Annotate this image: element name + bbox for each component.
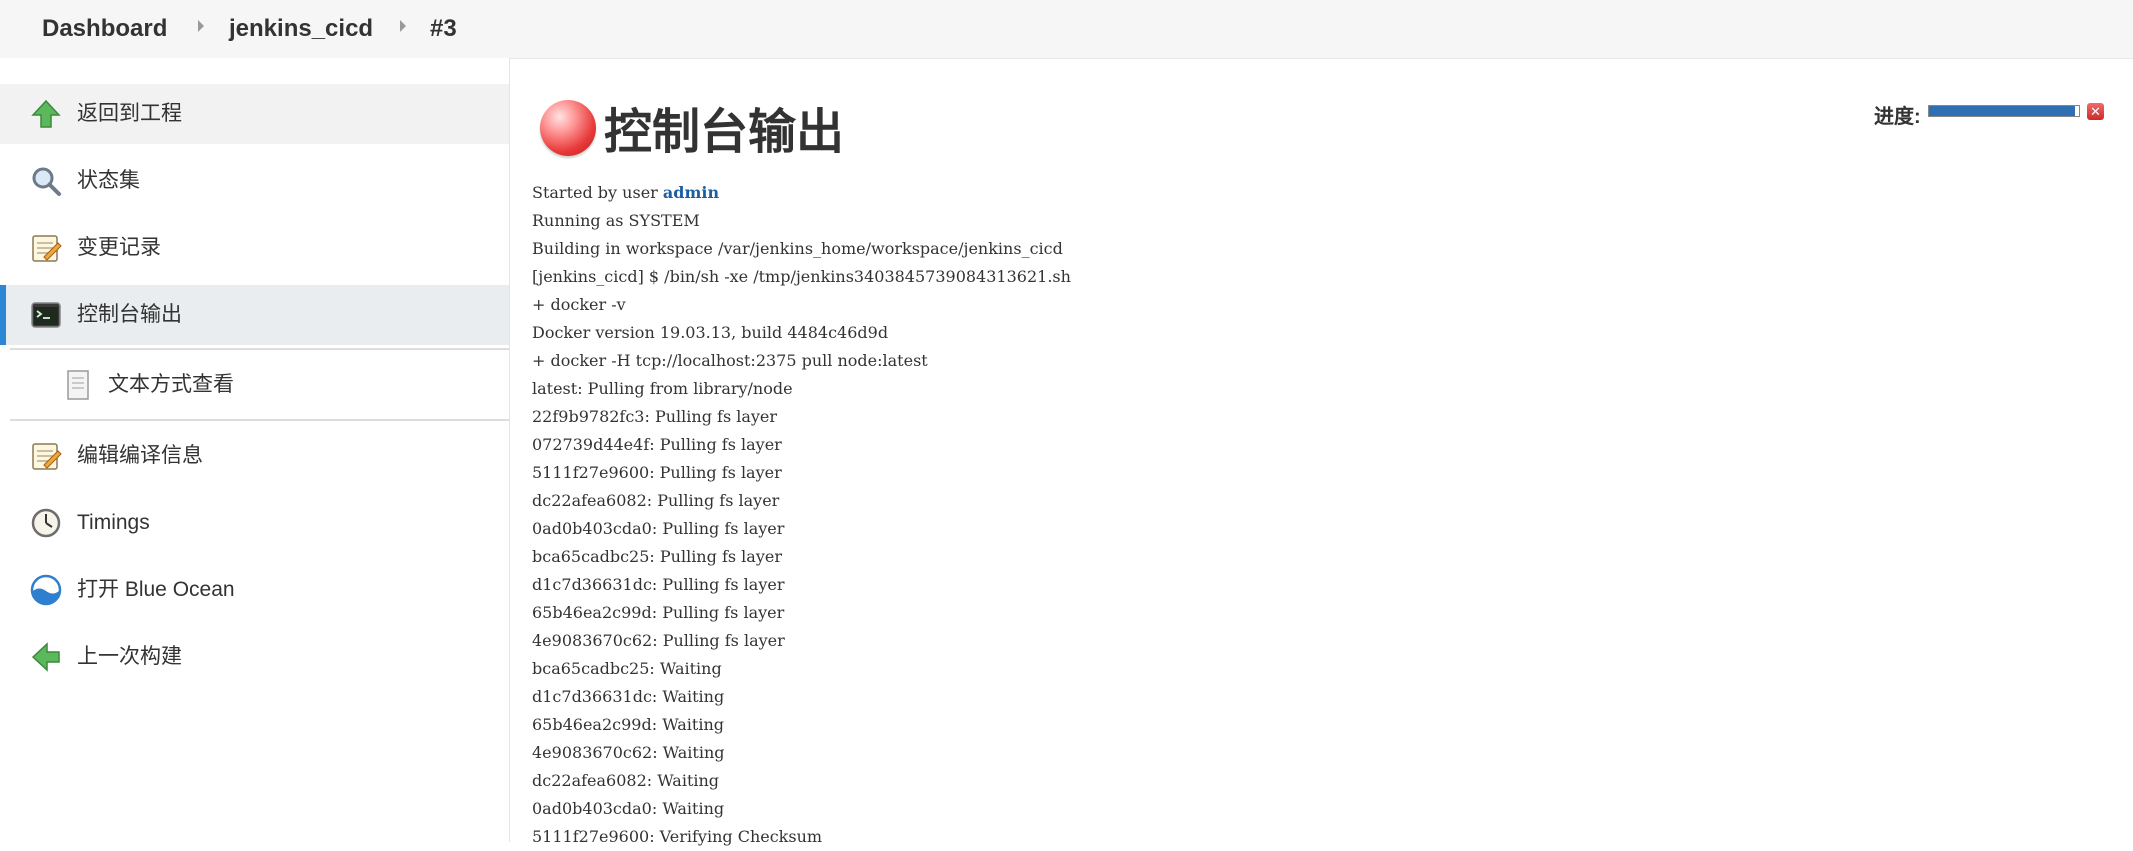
progress-bar [1928, 105, 2080, 117]
progress-fill [1929, 106, 2075, 116]
sidebar-item-label: 变更记录 [77, 236, 161, 259]
sidebar-item-label: 编辑编译信息 [77, 444, 203, 467]
sidebar-item-view-as-text[interactable]: 文本方式查看 [0, 355, 509, 415]
console-line: 22f9b9782fc3: Pulling fs layer [532, 407, 778, 426]
sidebar-item-label: 状态集 [77, 169, 140, 192]
user-link-admin[interactable]: admin [663, 183, 719, 202]
notepad-icon [32, 235, 62, 262]
sidebar-item-label: 打开 Blue Ocean [77, 578, 235, 601]
console-line: 65b46ea2c99d: Pulling fs layer [532, 603, 785, 622]
console-line: + docker -H tcp://localhost:2375 pull no… [532, 351, 928, 370]
progress-label: 进度: [1874, 106, 1921, 128]
left-arrow-icon [31, 642, 60, 672]
console-line: Docker version 19.03.13, build 4484c46d9… [532, 323, 889, 342]
sidebar-item-previous-build[interactable]: 上一次构建 [0, 627, 509, 687]
chevron-right-icon[interactable] [198, 20, 204, 32]
console-line: 4e9083670c62: Waiting [532, 743, 725, 762]
sidebar-item-back-to-project[interactable]: 返回到工程 [0, 84, 509, 144]
sidebar-item-timings[interactable]: Timings [0, 493, 509, 553]
breadcrumb-dashboard[interactable]: Dashboard [42, 0, 167, 58]
blue-ocean-icon [30, 574, 62, 606]
console-line: 0ad0b403cda0: Waiting [532, 799, 725, 818]
notepad-icon [32, 443, 62, 470]
sidebar: 返回到工程 状态集 变更记录 控制台输出 文本方式查看 编辑编译信息 Timin… [0, 58, 510, 842]
page-title: 控制台输出 [604, 104, 845, 160]
console-line: 4e9083670c62: Pulling fs layer [532, 631, 785, 650]
console-line: [jenkins_cicd] $ /bin/sh -xe /tmp/jenkin… [532, 267, 1071, 286]
magnifier-icon [32, 167, 61, 196]
console-line: dc22afea6082: Pulling fs layer [532, 491, 780, 510]
stop-build-icon[interactable]: ✕ [2087, 103, 2104, 120]
up-arrow-icon [31, 99, 61, 128]
build-status-failed-icon [540, 100, 596, 156]
console-line: 65b46ea2c99d: Waiting [532, 715, 724, 734]
console-output: Started by user admin Running as SYSTEM Bu… [532, 179, 1071, 851]
sidebar-item-blue-ocean[interactable]: 打开 Blue Ocean [0, 560, 509, 620]
chevron-right-icon[interactable] [400, 20, 406, 32]
console-line: 5111f27e9600: Verifying Checksum [532, 827, 823, 846]
sidebar-item-label: Timings [77, 511, 150, 534]
console-line: bca65cadbc25: Waiting [532, 659, 722, 678]
console-line: dc22afea6082: Waiting [532, 771, 720, 790]
console-line: d1c7d36631dc: Pulling fs layer [532, 575, 785, 594]
console-line: Started by user admin [532, 183, 720, 202]
console-line: 5111f27e9600: Pulling fs layer [532, 463, 782, 482]
breadcrumb-job[interactable]: jenkins_cicd [229, 0, 373, 58]
console-line: 072739d44e4f: Pulling fs layer [532, 435, 782, 454]
breadcrumb-build[interactable]: #3 [430, 0, 457, 58]
console-line: d1c7d36631dc: Waiting [532, 687, 725, 706]
document-icon [67, 370, 89, 400]
divider [10, 419, 509, 421]
sidebar-item-changes[interactable]: 变更记录 [0, 218, 509, 278]
clock-icon [31, 508, 61, 538]
console-line: 0ad0b403cda0: Pulling fs layer [532, 519, 785, 538]
console-line: latest: Pulling from library/node [532, 379, 793, 398]
console-line: bca65cadbc25: Pulling fs layer [532, 547, 782, 566]
breadcrumb: Dashboard jenkins_cicd #3 [0, 0, 2133, 59]
divider [10, 348, 509, 350]
sidebar-item-label: 文本方式查看 [108, 373, 234, 396]
sidebar-item-label: 返回到工程 [77, 102, 182, 125]
console-line: + docker -v [532, 295, 626, 314]
sidebar-item-label: 控制台输出 [77, 303, 182, 326]
sidebar-item-status[interactable]: 状态集 [0, 151, 509, 211]
sidebar-item-edit-build-info[interactable]: 编辑编译信息 [0, 426, 509, 486]
console-line: Building in workspace /var/jenkins_home/… [532, 239, 1063, 258]
main-content: 控制台输出 进度: ✕ Started by user admin Running… [510, 58, 2133, 846]
sidebar-item-label: 上一次构建 [77, 645, 182, 668]
console-line: Running as SYSTEM [532, 211, 700, 230]
sidebar-item-console-output[interactable]: 控制台输出 [0, 285, 509, 345]
terminal-icon [31, 302, 61, 328]
